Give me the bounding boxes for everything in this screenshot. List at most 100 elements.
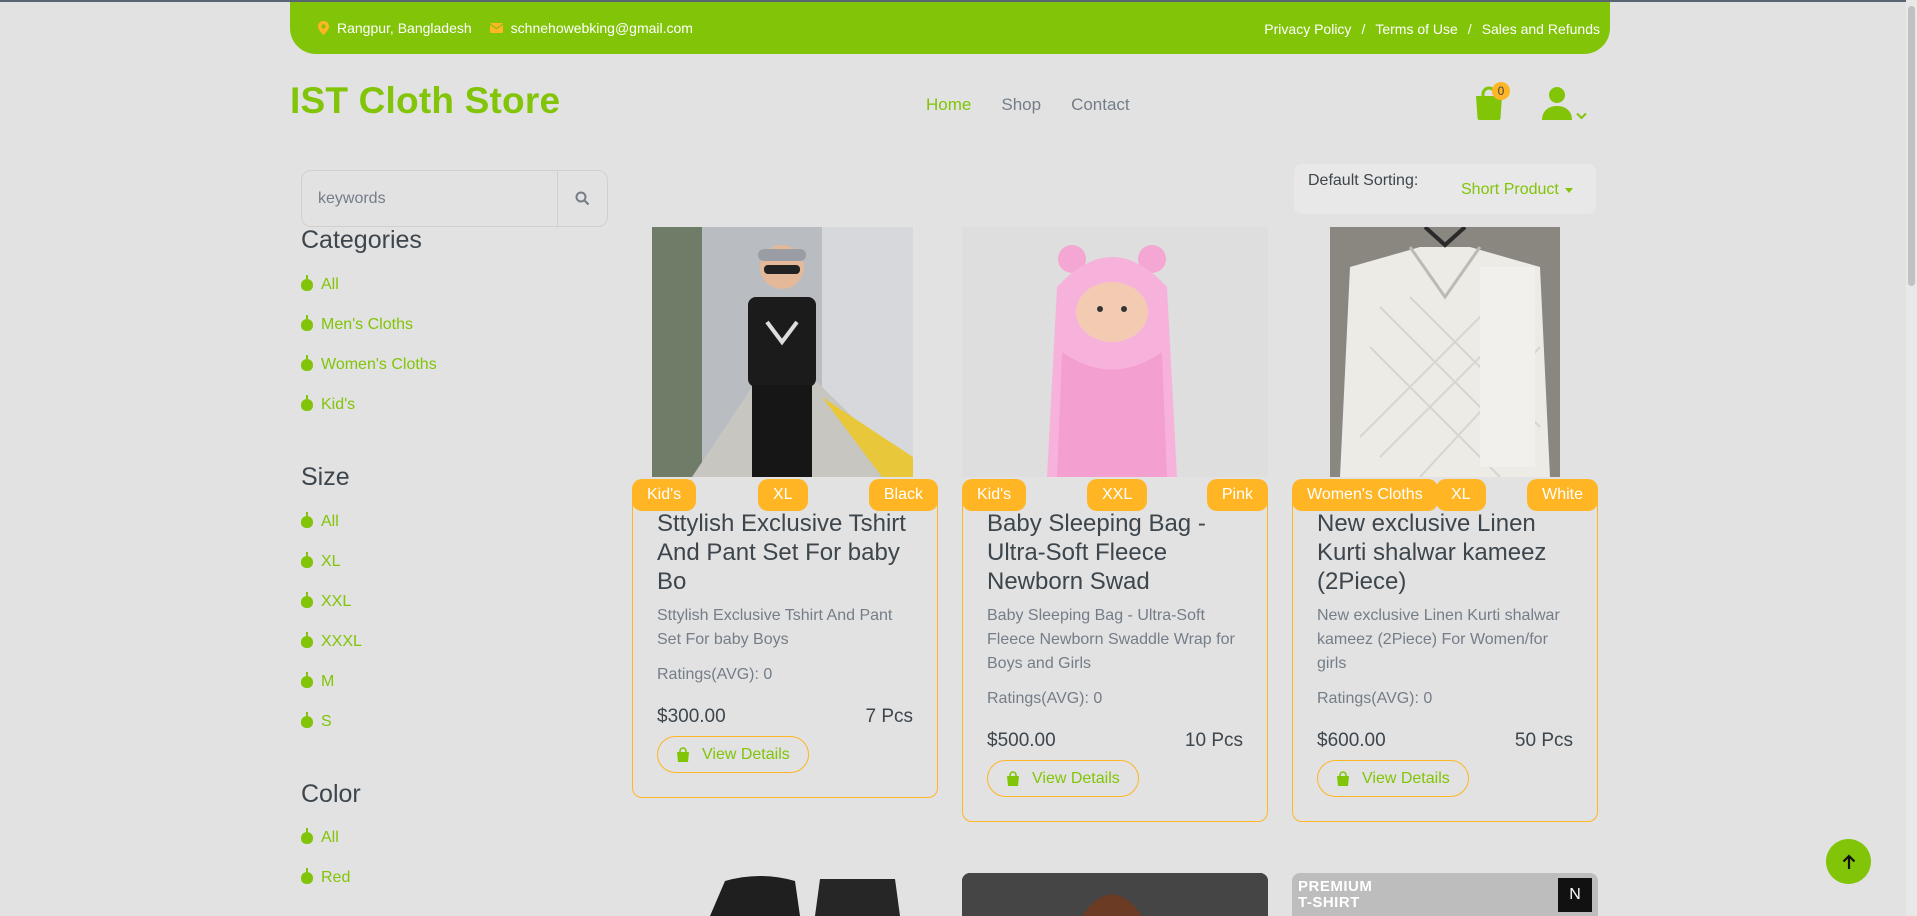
- product-description: Baby Sleeping Bag - Ultra-Soft Fleece Ne…: [987, 607, 1235, 672]
- location-text: Rangpur, Bangladesh: [337, 20, 472, 36]
- category-item-kids[interactable]: Kid's: [301, 385, 437, 425]
- product-rating: Ratings(AVG): 0: [987, 690, 1103, 707]
- link-separator: /: [1467, 21, 1472, 37]
- envelope-icon: [489, 23, 503, 33]
- size-item-xl[interactable]: XL: [301, 542, 362, 582]
- view-details-button[interactable]: View Details: [657, 736, 809, 773]
- back-to-top-button[interactable]: [1826, 839, 1871, 884]
- sales-refunds-link[interactable]: Sales and Refunds: [1482, 21, 1600, 37]
- size-tag: XL: [758, 479, 808, 511]
- category-tag: Women's Cloths: [1292, 479, 1438, 511]
- product-tags: Kid's XL Black: [632, 479, 938, 511]
- product-description: New exclusive Linen Kurti shalwar kameez…: [1317, 607, 1560, 672]
- view-details-button[interactable]: View Details: [987, 760, 1139, 797]
- caret-down-icon: [1564, 187, 1573, 193]
- size-item-all[interactable]: All: [301, 502, 362, 542]
- product-price: $500.00: [987, 730, 1056, 751]
- category-label: Women's Cloths: [321, 356, 437, 373]
- color-list: All Red: [301, 818, 350, 898]
- brand-logo: N: [1558, 878, 1592, 912]
- apple-icon: [301, 275, 313, 291]
- size-label: XXL: [321, 593, 352, 610]
- email-info: schnehowebking@gmail.com: [489, 20, 693, 36]
- product-stock: 7 Pcs: [865, 706, 913, 727]
- apple-icon: [301, 592, 313, 608]
- apple-icon: [301, 552, 313, 568]
- size-label: XXXL: [321, 633, 362, 650]
- view-details-label: View Details: [1032, 769, 1120, 787]
- color-label: All: [321, 829, 339, 846]
- arrow-up-icon: [1842, 853, 1855, 869]
- size-tag: XL: [1436, 479, 1486, 511]
- banner-text: PREMIUM T-SHIRT: [1298, 878, 1373, 911]
- nav-contact[interactable]: Contact: [1071, 95, 1130, 115]
- color-label: Red: [321, 869, 351, 886]
- user-icon: [1542, 87, 1572, 120]
- privacy-policy-link[interactable]: Privacy Policy: [1264, 21, 1351, 37]
- view-details-label: View Details: [702, 745, 790, 763]
- product-image-partial[interactable]: PREMIUM T-SHIRT N: [1292, 873, 1598, 916]
- categories-list: All Men's Cloths Women's Cloths Kid's: [301, 265, 437, 425]
- apple-icon: [301, 632, 313, 648]
- product-image-partial[interactable]: [700, 873, 930, 916]
- category-tag: Kid's: [632, 479, 697, 511]
- color-tag: White: [1527, 479, 1598, 511]
- top-info-bar: Rangpur, Bangladesh schnehowebking@gmail…: [290, 2, 1610, 54]
- site-logo[interactable]: IST Cloth Store: [290, 80, 560, 122]
- color-item-all[interactable]: All: [301, 818, 350, 858]
- size-item-s[interactable]: S: [301, 702, 362, 742]
- page-scrollbar[interactable]: [1906, 0, 1917, 916]
- apple-icon: [301, 868, 313, 884]
- terms-of-use-link[interactable]: Terms of Use: [1375, 21, 1457, 37]
- product-image-partial[interactable]: [962, 873, 1268, 916]
- product-stock: 50 Pcs: [1514, 730, 1573, 751]
- color-item-red[interactable]: Red: [301, 858, 350, 898]
- search-box: [301, 170, 608, 227]
- shopping-bag-icon: [1007, 771, 1019, 786]
- product-title[interactable]: Baby Sleeping Bag - Ultra-Soft Fleece Ne…: [987, 509, 1243, 596]
- size-label: All: [321, 513, 339, 530]
- product-title[interactable]: Sttylish Exclusive Tshirt And Pant Set F…: [657, 509, 913, 596]
- product-body: New exclusive Linen Kurti shalwar kameez…: [1292, 495, 1598, 822]
- color-heading: Color: [301, 780, 361, 808]
- sorting-label: Default Sorting:: [1308, 172, 1419, 189]
- link-separator: /: [1361, 21, 1366, 37]
- size-item-xxxl[interactable]: XXXL: [301, 622, 362, 662]
- size-item-m[interactable]: M: [301, 662, 362, 702]
- size-heading: Size: [301, 463, 350, 491]
- sorting-value: Short Product: [1461, 181, 1559, 198]
- apple-icon: [301, 355, 313, 371]
- sorting-select[interactable]: Short Product: [1461, 181, 1573, 199]
- product-image[interactable]: [962, 227, 1268, 477]
- product-image[interactable]: [652, 227, 913, 477]
- shopping-bag-icon: [677, 747, 689, 762]
- category-item-womens-cloths[interactable]: Women's Cloths: [301, 345, 437, 385]
- category-item-mens-cloths[interactable]: Men's Cloths: [301, 305, 437, 345]
- product-title[interactable]: New exclusive Linen Kurti shalwar kameez…: [1317, 509, 1573, 596]
- view-details-button[interactable]: View Details: [1317, 760, 1469, 797]
- size-label: M: [321, 673, 335, 690]
- apple-icon: [301, 672, 313, 688]
- size-item-xxl[interactable]: XXL: [301, 582, 362, 622]
- cart-button[interactable]: 0: [1474, 82, 1510, 120]
- product-price: $600.00: [1317, 730, 1386, 751]
- category-label: Men's Cloths: [321, 316, 413, 333]
- apple-icon: [301, 315, 313, 331]
- size-tag: XXL: [1087, 479, 1148, 511]
- nav-shop[interactable]: Shop: [1001, 95, 1041, 115]
- category-tag: Kid's: [962, 479, 1027, 511]
- size-label: XL: [321, 553, 341, 570]
- chevron-down-icon: [1576, 112, 1587, 120]
- nav-home[interactable]: Home: [926, 95, 971, 115]
- cart-count-badge: 0: [1492, 82, 1510, 100]
- product-price: $300.00: [657, 706, 726, 727]
- size-label: S: [321, 713, 332, 730]
- apple-icon: [301, 712, 313, 728]
- search-button[interactable]: [557, 171, 607, 226]
- product-image[interactable]: [1330, 227, 1560, 477]
- category-item-all[interactable]: All: [301, 265, 437, 305]
- search-input[interactable]: [302, 171, 557, 226]
- user-menu[interactable]: [1542, 86, 1587, 120]
- category-label: All: [321, 276, 339, 293]
- scrollbar-thumb[interactable]: [1908, 6, 1915, 286]
